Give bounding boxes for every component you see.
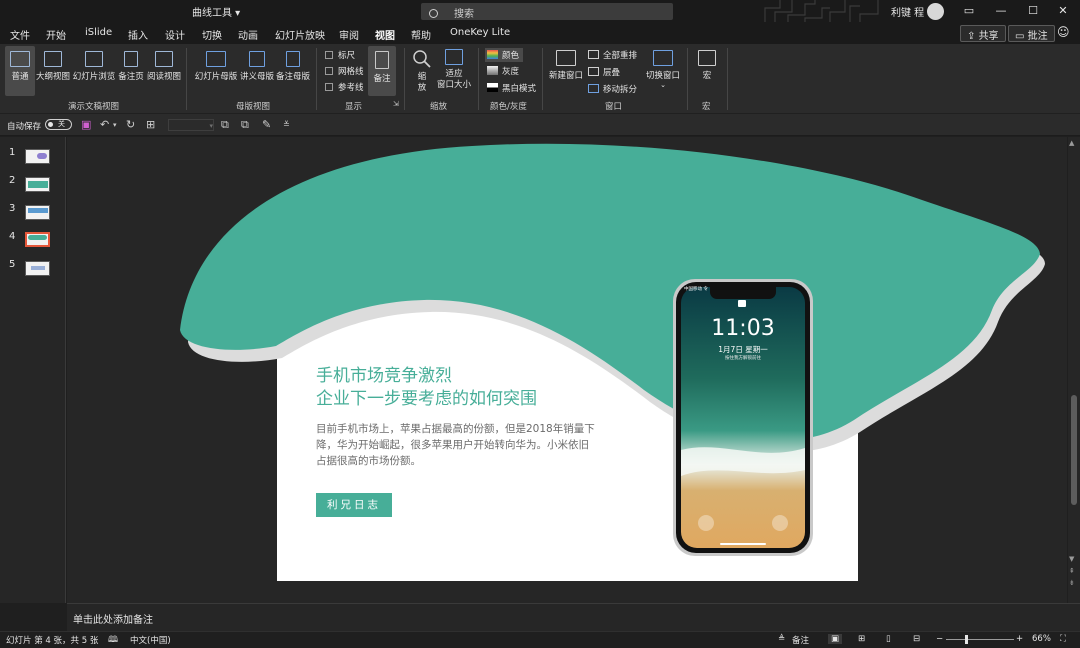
phone-notch xyxy=(710,287,776,299)
notes-icon: ≜ xyxy=(778,634,786,644)
slide-title[interactable]: 手机市场竞争激烈 企业下一步要考虑的如何突围 xyxy=(316,365,537,411)
notes-placeholder: 单击此处添加备注 xyxy=(73,615,153,626)
slideshow-status-icon[interactable]: ⊟ xyxy=(913,634,920,644)
slide-body-text[interactable]: 目前手机市场上，苹果占据最高的份额，但是2018年销量下降，华为开始崛起，很多苹… xyxy=(316,421,596,469)
reading-view-status-icon[interactable]: ▯ xyxy=(886,634,891,644)
slide-button-shape[interactable]: 利兄日志 xyxy=(316,493,392,517)
scroll-up-icon[interactable]: ▲ xyxy=(1069,139,1074,147)
phone-hint: 按住我方解锁前往 xyxy=(725,356,761,361)
language-indicator[interactable]: 中文(中国) xyxy=(130,634,171,646)
zoom-level[interactable]: 66% xyxy=(1032,634,1051,644)
zoom-out-icon[interactable]: − xyxy=(936,634,943,644)
scroll-thumb[interactable] xyxy=(1071,395,1077,505)
home-indicator xyxy=(720,543,766,545)
status-notes-button[interactable]: 备注 xyxy=(792,634,809,646)
phone-clock: 11:03 xyxy=(711,316,775,341)
slide-artwork xyxy=(180,143,1045,581)
notes-pane[interactable]: 单击此处添加备注 xyxy=(67,603,1080,631)
zoom-slider-track[interactable] xyxy=(946,639,1014,640)
scroll-down-icon[interactable]: ▼ xyxy=(1069,555,1074,563)
next-slide-icon[interactable]: ⇟ xyxy=(1069,579,1075,587)
slide-counter: 幻灯片 第 4 张，共 5 张 xyxy=(6,636,99,646)
lock-icon xyxy=(738,300,746,307)
prev-slide-icon[interactable]: ⇞ xyxy=(1069,567,1075,575)
spellcheck-icon[interactable]: 🕮 xyxy=(108,634,118,648)
slide-title-line1: 手机市场竞争激烈 xyxy=(316,366,452,386)
zoom-slider-thumb[interactable] xyxy=(965,635,968,644)
phone-date: 1月7日 星期一 xyxy=(718,345,768,354)
zoom-in-icon[interactable]: + xyxy=(1016,634,1023,644)
fit-slide-icon[interactable]: ⛶ xyxy=(1060,634,1066,644)
slide-title-line2: 企业下一步要考虑的如何突围 xyxy=(316,389,537,409)
slide-sorter-status-icon[interactable]: ⊞ xyxy=(858,634,865,644)
vertical-scrollbar[interactable]: ▲ ▼ ⇞ ⇟ xyxy=(1068,137,1080,603)
camera-icon[interactable] xyxy=(772,515,788,531)
flashlight-icon[interactable] xyxy=(698,515,714,531)
normal-view-status-icon[interactable]: ▣ xyxy=(828,634,843,644)
status-bar: 幻灯片 第 4 张，共 5 张 🕮 中文(中国) ≜ 备注 ▣ ⊞ ▯ ⊟ − … xyxy=(0,631,1080,648)
phone-carrier: 中国移动 令 xyxy=(684,287,708,292)
